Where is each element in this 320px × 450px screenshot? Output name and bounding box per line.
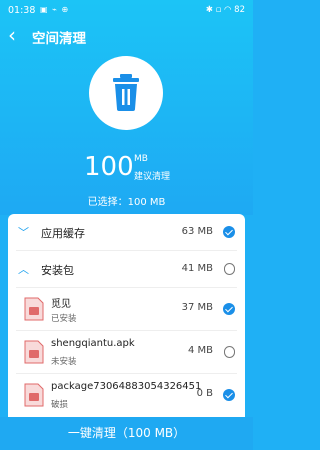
chevron-up-icon[interactable]: ︿ <box>18 261 29 277</box>
selected-total: 已选择：100 MB <box>87 197 166 208</box>
size-hint: 建议清理 <box>134 172 171 182</box>
category-label: 应用缓存 <box>41 227 85 240</box>
checkbox-unchecked-icon[interactable] <box>223 263 235 275</box>
status-time: 01:38 <box>8 5 36 16</box>
package-name: shengqiantu.apk <box>51 338 135 349</box>
package-name: package730648830543264515... <box>51 381 201 392</box>
apk-file-icon <box>24 340 44 364</box>
category-row-app-cache[interactable]: ﹀ 应用缓存 63 MB <box>8 214 245 250</box>
size-unit: MB <box>134 154 148 164</box>
package-size: 4 MB <box>187 345 213 356</box>
category-amount: 63 MB <box>181 226 213 237</box>
package-size: 37 MB <box>181 302 213 313</box>
one-key-clean-button[interactable]: 一键清理（100 MB） <box>0 417 253 450</box>
clean-list-panel: ﹀ 应用缓存 63 MB ︿ 安装包 41 MB 觅见 已安装 37 MB sh… <box>8 214 245 417</box>
package-item[interactable]: shengqiantu.apk 未安装 4 MB <box>8 331 245 373</box>
page-title: 空间清理 <box>32 31 86 47</box>
checkbox-checked-icon[interactable] <box>223 303 235 315</box>
package-state: 破损 <box>51 400 69 410</box>
package-state: 未安装 <box>51 357 77 367</box>
chevron-down-icon[interactable]: ﹀ <box>18 224 29 240</box>
back-arrow-icon[interactable]: ‹ <box>8 25 26 45</box>
checkbox-checked-icon[interactable] <box>223 389 235 401</box>
apk-file-icon <box>24 297 44 321</box>
package-name: 觅见 <box>51 299 71 310</box>
checkbox-checked-icon[interactable] <box>223 226 235 238</box>
apk-file-icon <box>24 383 44 407</box>
category-amount: 41 MB <box>181 263 213 274</box>
package-size: 0 B <box>196 388 213 399</box>
status-bar: 01:38 ▣ ⌁ ⊕ ✱ ▫ ◠ 82 <box>0 0 253 22</box>
trash-bin-icon <box>89 56 163 130</box>
system-icons: ✱ ▫ ◠ 82 <box>205 5 245 15</box>
package-item[interactable]: package730648830543264515... 破损 0 B <box>8 374 245 416</box>
notification-icons: ▣ ⌁ ⊕ <box>40 5 70 14</box>
checkbox-unchecked-icon[interactable] <box>223 346 235 358</box>
category-row-packages[interactable]: ︿ 安装包 41 MB <box>8 251 245 287</box>
package-state: 已安装 <box>51 314 77 324</box>
title-bar: ‹ 空间清理 <box>0 22 253 50</box>
category-label: 安装包 <box>41 264 74 277</box>
package-item[interactable]: 觅见 已安装 37 MB <box>8 288 245 330</box>
size-value: 100 <box>84 152 134 182</box>
